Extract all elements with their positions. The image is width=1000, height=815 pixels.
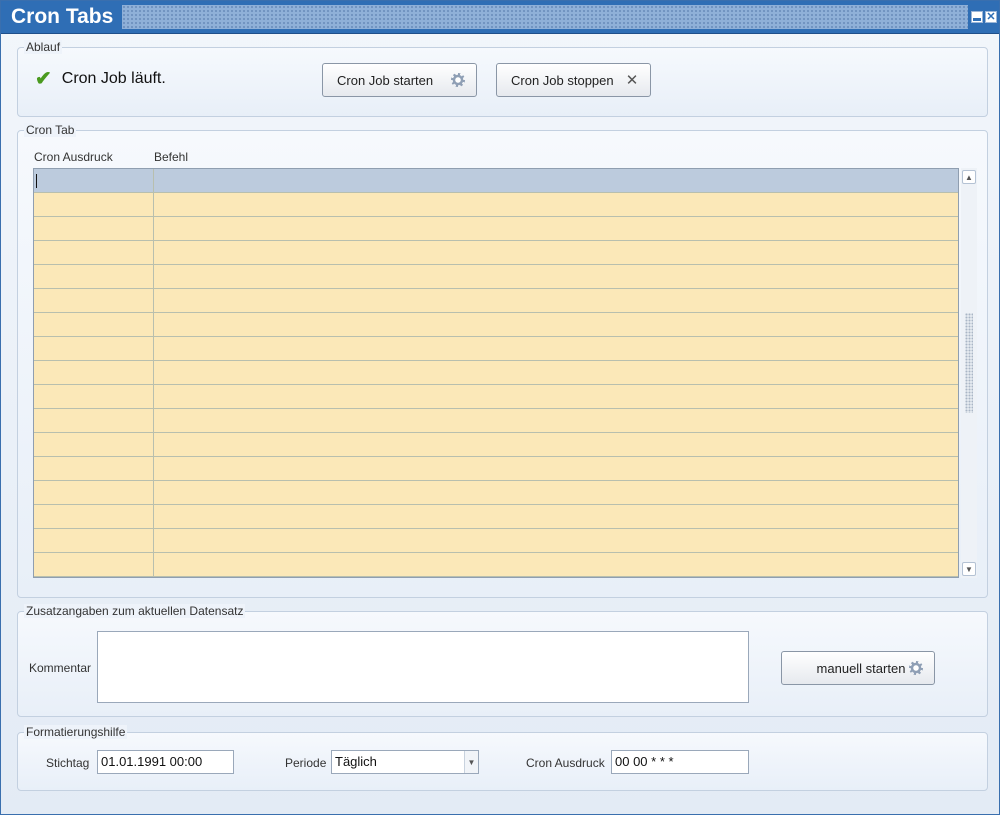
start-cron-button[interactable]: Cron Job starten <box>322 63 477 97</box>
command-cell[interactable] <box>154 529 958 552</box>
column-header-cron-ausdruck[interactable]: Cron Ausdruck <box>34 150 113 164</box>
command-cell[interactable] <box>154 313 958 336</box>
cron-expression-cell[interactable] <box>34 337 154 360</box>
command-cell[interactable] <box>154 361 958 384</box>
scroll-thumb[interactable] <box>965 313 973 413</box>
cron-expression-cell[interactable] <box>34 313 154 336</box>
table-row[interactable] <box>34 289 958 313</box>
comment-label: Kommentar <box>29 661 92 675</box>
cron-expression-cell[interactable] <box>34 553 154 576</box>
column-header-befehl[interactable]: Befehl <box>154 150 188 164</box>
cron-expression-cell[interactable] <box>34 289 154 312</box>
table-row[interactable] <box>34 217 958 241</box>
scroll-up-icon[interactable]: ▲ <box>962 170 976 184</box>
cron-expression-cell[interactable] <box>34 505 154 528</box>
close-icon: ✕ <box>625 72 639 89</box>
table-row[interactable] <box>34 313 958 337</box>
periode-selected-value: Täglich <box>335 754 377 769</box>
table-row[interactable] <box>34 265 958 289</box>
table-row[interactable] <box>34 553 958 577</box>
table-row[interactable] <box>34 169 958 193</box>
periode-select[interactable]: Täglich ▼ <box>331 750 479 774</box>
cron-table[interactable] <box>33 168 959 578</box>
command-cell[interactable] <box>154 481 958 504</box>
cron-expression-cell[interactable] <box>34 169 154 192</box>
manual-start-button[interactable]: manuell starten <box>781 651 935 685</box>
cron-expression-cell[interactable] <box>34 409 154 432</box>
table-row[interactable] <box>34 529 958 553</box>
stichtag-label: Stichtag <box>46 756 90 770</box>
cron-expression-cell[interactable] <box>34 385 154 408</box>
cron-expression-cell[interactable] <box>34 217 154 240</box>
checkmark-icon: ✔ <box>35 68 52 90</box>
cron-expression-cell[interactable] <box>34 457 154 480</box>
minimize-icon[interactable] <box>971 11 983 23</box>
cron-expression-cell[interactable] <box>34 529 154 552</box>
table-row[interactable] <box>34 361 958 385</box>
scroll-down-icon[interactable]: ▼ <box>962 562 976 576</box>
stop-cron-button[interactable]: Cron Job stoppen ✕ <box>496 63 651 97</box>
cron-expression-cell[interactable] <box>34 193 154 216</box>
command-cell[interactable] <box>154 409 958 432</box>
title-bar-grip[interactable] <box>122 5 968 29</box>
window-title: Cron Tabs <box>11 5 114 28</box>
cron-tabs-window: Cron Tabs ✕ Ablauf ✔ Cron Job läuft. Cro… <box>0 0 1000 815</box>
table-row[interactable] <box>34 193 958 217</box>
start-cron-label: Cron Job starten <box>337 72 434 88</box>
vertical-scrollbar[interactable]: ▲ ▼ <box>961 168 977 578</box>
table-row[interactable] <box>34 409 958 433</box>
manual-start-label: manuell starten <box>816 660 906 676</box>
command-cell[interactable] <box>154 505 958 528</box>
text-cursor <box>36 174 37 188</box>
command-cell[interactable] <box>154 241 958 264</box>
stichtag-input[interactable]: 01.01.1991 00:00 <box>97 750 234 774</box>
status-indicator: ✔ Cron Job läuft. <box>35 69 166 89</box>
cron-expression-input[interactable]: 00 00 * * * <box>611 750 749 774</box>
command-cell[interactable] <box>154 385 958 408</box>
command-cell[interactable] <box>154 217 958 240</box>
close-window-icon[interactable]: ✕ <box>985 11 997 23</box>
chevron-down-icon[interactable]: ▼ <box>464 751 478 773</box>
command-cell[interactable] <box>154 289 958 312</box>
cron-expression-cell[interactable] <box>34 433 154 456</box>
command-cell[interactable] <box>154 169 958 192</box>
table-row[interactable] <box>34 385 958 409</box>
title-bar[interactable]: Cron Tabs ✕ <box>1 1 999 34</box>
command-cell[interactable] <box>154 457 958 480</box>
format-legend: Formatierungshilfe <box>24 725 128 739</box>
cron-expression-cell[interactable] <box>34 481 154 504</box>
gear-icon <box>909 661 923 675</box>
cron-expression-cell[interactable] <box>34 361 154 384</box>
stop-cron-label: Cron Job stoppen <box>511 72 614 88</box>
command-cell[interactable] <box>154 193 958 216</box>
periode-label: Periode <box>285 756 327 770</box>
ablauf-legend: Ablauf <box>24 40 63 54</box>
zusatz-legend: Zusatzangaben zum aktuellen Datensatz <box>24 604 246 618</box>
command-cell[interactable] <box>154 553 958 576</box>
crontab-legend: Cron Tab <box>24 123 77 137</box>
cron-expression-cell[interactable] <box>34 241 154 264</box>
cron-expression-label: Cron Ausdruck <box>526 756 605 770</box>
command-cell[interactable] <box>154 337 958 360</box>
table-row[interactable] <box>34 457 958 481</box>
table-row[interactable] <box>34 481 958 505</box>
table-row[interactable] <box>34 337 958 361</box>
command-cell[interactable] <box>154 265 958 288</box>
command-cell[interactable] <box>154 433 958 456</box>
table-row[interactable] <box>34 241 958 265</box>
status-text: Cron Job läuft. <box>61 70 166 87</box>
gear-icon <box>451 73 465 87</box>
table-row[interactable] <box>34 505 958 529</box>
cron-expression-cell[interactable] <box>34 265 154 288</box>
comment-textarea[interactable] <box>97 631 749 703</box>
table-row[interactable] <box>34 433 958 457</box>
